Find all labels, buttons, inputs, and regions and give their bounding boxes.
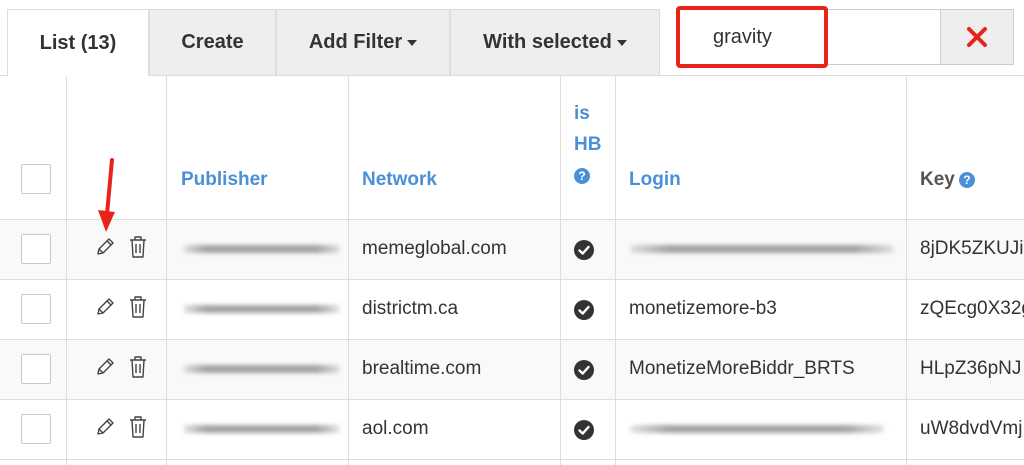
- question-icon[interactable]: ?: [958, 171, 975, 188]
- select-all-checkbox[interactable]: [21, 164, 51, 194]
- column-divider: [906, 76, 907, 465]
- key-cell: HLpZ36pNJ: [920, 358, 1022, 379]
- redacted-publisher: [183, 425, 340, 433]
- row-divider: [0, 459, 1024, 460]
- add-filter-label: Add Filter: [308, 31, 403, 53]
- column-divider: [66, 76, 67, 465]
- add-filter-dropdown[interactable]: Add Filter: [276, 9, 450, 75]
- network-cell: brealtime.com: [362, 358, 482, 379]
- search-input[interactable]: [678, 9, 940, 65]
- trash-icon[interactable]: [128, 235, 148, 259]
- login-cell: MonetizeMoreBiddr_BRTS: [629, 358, 855, 379]
- header-is-hb-line1: is: [574, 103, 590, 124]
- with-selected-dropdown[interactable]: With selected: [450, 9, 660, 75]
- header-login[interactable]: Login: [629, 164, 681, 195]
- redacted-login: [630, 425, 884, 433]
- login-cell: monetizemore-b3: [629, 298, 777, 319]
- pencil-edit-icon[interactable]: [94, 296, 116, 318]
- row-checkbox[interactable]: [21, 414, 51, 444]
- column-divider: [348, 76, 349, 465]
- header-is-hb[interactable]: is HB ?: [574, 98, 601, 191]
- pencil-edit-icon[interactable]: [94, 356, 116, 378]
- row-stripe: [0, 340, 1024, 399]
- caret-down-icon: [407, 39, 418, 46]
- trash-icon[interactable]: [128, 355, 148, 379]
- column-divider: [166, 76, 167, 465]
- row-divider: [0, 279, 1024, 280]
- key-cell: zQEcg0X32g: [920, 298, 1024, 319]
- tab-list[interactable]: List (13): [7, 9, 149, 76]
- tab-divider: [0, 75, 1024, 76]
- check-circle-icon: [574, 360, 594, 380]
- key-cell: 8jDK5ZKUJi: [920, 238, 1024, 259]
- header-key[interactable]: Key?: [920, 164, 975, 195]
- row-divider: [0, 339, 1024, 340]
- redacted-publisher: [183, 245, 340, 253]
- with-selected-label: With selected: [483, 31, 612, 53]
- pencil-edit-icon[interactable]: [94, 416, 116, 438]
- header-is-hb-line2: HB: [574, 134, 602, 155]
- row-checkbox[interactable]: [21, 294, 51, 324]
- tab-create[interactable]: Create: [149, 9, 276, 75]
- trash-icon[interactable]: [128, 295, 148, 319]
- network-cell: aol.com: [362, 418, 429, 439]
- trash-icon[interactable]: [128, 415, 148, 439]
- redacted-login: [630, 245, 894, 253]
- column-divider: [560, 76, 561, 465]
- toolbar: List (13) Create Add Filter With selecte…: [0, 0, 1024, 76]
- caret-down-icon: [616, 39, 627, 46]
- row-divider: [0, 219, 1024, 220]
- check-circle-icon: [574, 300, 594, 320]
- question-icon[interactable]: ?: [574, 167, 590, 184]
- key-cell: uW8dvdVmj: [920, 418, 1023, 439]
- close-x-icon: [967, 27, 987, 47]
- row-divider: [0, 399, 1024, 400]
- check-circle-icon: [574, 420, 594, 440]
- redacted-publisher: [183, 365, 340, 373]
- header-publisher[interactable]: Publisher: [181, 164, 268, 195]
- column-divider: [615, 76, 616, 465]
- pencil-edit-icon[interactable]: [94, 236, 116, 258]
- network-cell: memeglobal.com: [362, 238, 507, 259]
- header-key-label: Key: [920, 169, 955, 190]
- annotation-arrow-icon: [98, 158, 115, 232]
- row-checkbox[interactable]: [21, 354, 51, 384]
- redacted-publisher: [183, 305, 340, 313]
- check-circle-icon: [574, 240, 594, 260]
- header-network[interactable]: Network: [362, 164, 437, 195]
- row-checkbox[interactable]: [21, 234, 51, 264]
- clear-search-button[interactable]: [940, 9, 1014, 65]
- network-cell: districtm.ca: [362, 298, 459, 319]
